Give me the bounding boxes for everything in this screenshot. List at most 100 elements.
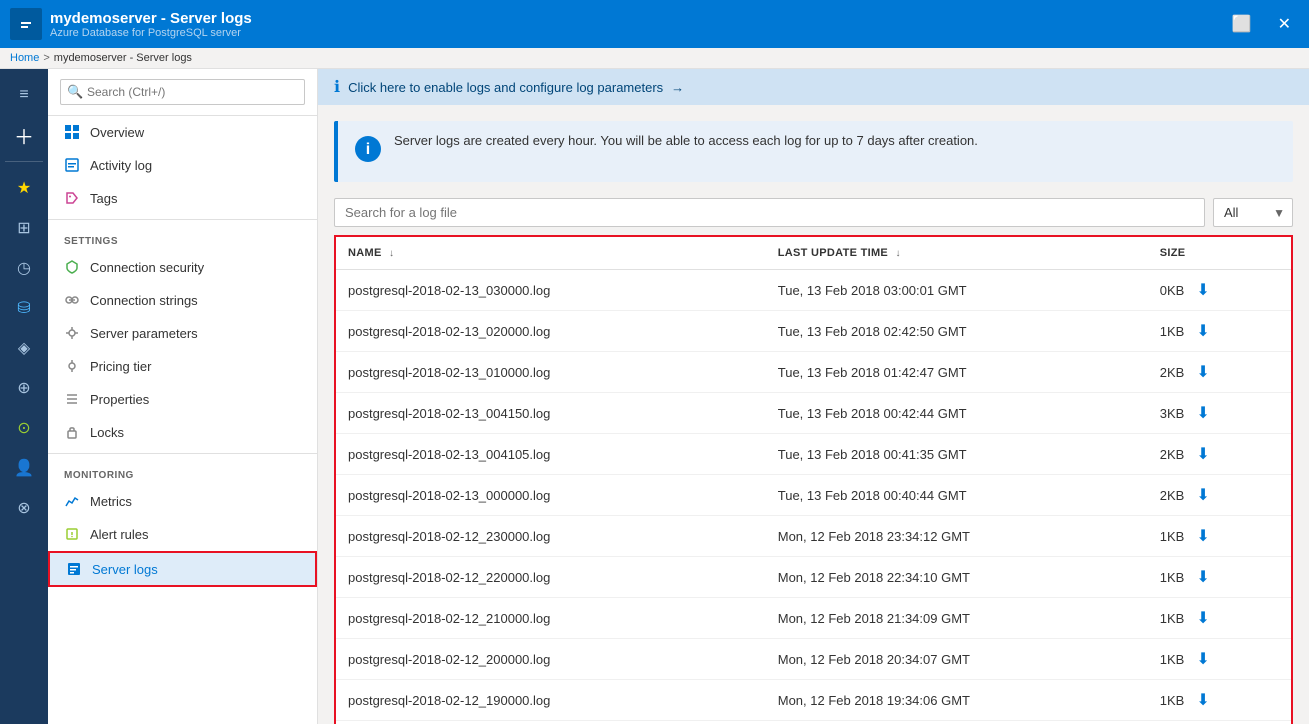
- sidebar-item-properties-label: Properties: [90, 392, 149, 407]
- sidebar-item-alert-rules-label: Alert rules: [90, 527, 149, 542]
- log-size: 2KB⬇: [1148, 475, 1291, 515]
- sidebar-item-locks[interactable]: Locks: [48, 416, 317, 449]
- download-button[interactable]: ⬇: [1192, 442, 1213, 466]
- download-button[interactable]: ⬇: [1192, 647, 1213, 671]
- size-value: 0KB: [1160, 283, 1185, 298]
- hamburger-nav-item[interactable]: ≡: [4, 77, 44, 113]
- search-input[interactable]: [60, 79, 305, 105]
- log-file-name: postgresql-2018-02-13_020000.log: [336, 311, 766, 352]
- log-search-input[interactable]: [334, 198, 1205, 227]
- download-button[interactable]: ⬇: [1192, 278, 1213, 302]
- log-file-name: postgresql-2018-02-12_230000.log: [336, 516, 766, 557]
- log-update-time: Tue, 13 Feb 2018 01:42:47 GMT: [766, 352, 1148, 393]
- size-value: 2KB: [1160, 365, 1185, 380]
- sidebar-divider-2: [48, 453, 317, 454]
- maximize-button[interactable]: ⬜: [1224, 10, 1260, 38]
- recent-nav-item[interactable]: ◷: [4, 250, 44, 286]
- more-nav-item[interactable]: ⊗: [4, 490, 44, 526]
- sidebar-item-server-parameters[interactable]: Server parameters: [48, 317, 317, 350]
- log-file-name: postgresql-2018-02-13_004105.log: [336, 434, 766, 475]
- favorites-nav-item[interactable]: ★: [4, 170, 44, 206]
- log-size: 3KB ⬇: [1148, 393, 1291, 433]
- info-banner[interactable]: ℹ Click here to enable logs and configur…: [318, 69, 1309, 105]
- log-update-time: Tue, 13 Feb 2018 02:42:50 GMT: [766, 311, 1148, 352]
- download-button[interactable]: ⬇: [1192, 524, 1213, 548]
- log-size: 1KB⬇: [1148, 680, 1291, 720]
- alert-rules-icon: [64, 526, 80, 542]
- table-row: postgresql-2018-02-13_010000.logTue, 13 …: [336, 352, 1291, 393]
- col-header-update[interactable]: LAST UPDATE TIME ↓: [766, 237, 1148, 270]
- table-row: postgresql-2018-02-12_190000.logMon, 12 …: [336, 680, 1291, 721]
- update-sort-icon: ↓: [895, 248, 900, 259]
- size-value: 1KB: [1160, 324, 1185, 339]
- col-header-name[interactable]: NAME ↓: [336, 237, 766, 270]
- download-button[interactable]: ⬇: [1192, 688, 1213, 712]
- download-button[interactable]: ⬇: [1192, 606, 1213, 630]
- log-file-name: postgresql-2018-02-12_200000.log: [336, 639, 766, 680]
- connection-security-icon: [64, 259, 80, 275]
- close-button[interactable]: ✕: [1270, 10, 1299, 38]
- window-subtitle: Azure Database for PostgreSQL server: [50, 27, 252, 39]
- add-nav-item[interactable]: ＋: [4, 117, 44, 153]
- info-card-icon: i: [354, 135, 382, 170]
- dashboard-nav-item[interactable]: ⊞: [4, 210, 44, 246]
- table-row: postgresql-2018-02-12_180000.logMon, 12 …: [336, 721, 1291, 724]
- log-size: 1KB ⬇: [1148, 311, 1291, 351]
- log-update-time: Mon, 12 Feb 2018 20:34:07 GMT: [766, 639, 1148, 680]
- table-row: postgresql-2018-02-13_004150.logTue, 13 …: [336, 393, 1291, 434]
- sidebar-item-pricing-label: Pricing tier: [90, 359, 151, 374]
- toolbar-row: All ▼: [334, 198, 1293, 227]
- log-update-time: Tue, 13 Feb 2018 00:40:44 GMT: [766, 475, 1148, 516]
- user-nav-item[interactable]: 👤: [4, 450, 44, 486]
- tags-icon: [64, 190, 80, 206]
- table-row: postgresql-2018-02-13_000000.logTue, 13 …: [336, 475, 1291, 516]
- size-value: 3KB: [1160, 406, 1185, 421]
- breadcrumb-home[interactable]: Home: [10, 52, 39, 64]
- download-button[interactable]: ⬇: [1192, 401, 1213, 425]
- db-nav-item[interactable]: ⛁: [4, 290, 44, 326]
- sidebar-item-activity-label: Activity log: [90, 158, 152, 173]
- sidebar-item-connection-strings[interactable]: Connection strings: [48, 284, 317, 317]
- sidebar-item-connection-security[interactable]: Connection security: [48, 251, 317, 284]
- table-row: postgresql-2018-02-12_220000.logMon, 12 …: [336, 557, 1291, 598]
- sidebar-item-pricing-tier[interactable]: Pricing tier: [48, 350, 317, 383]
- log-update-time: Tue, 13 Feb 2018 00:41:35 GMT: [766, 434, 1148, 475]
- sidebar-item-properties[interactable]: Properties: [48, 383, 317, 416]
- log-file-name: postgresql-2018-02-12_210000.log: [336, 598, 766, 639]
- log-file-name: postgresql-2018-02-13_000000.log: [336, 475, 766, 516]
- properties-icon: [64, 391, 80, 407]
- pricing-tier-icon: [64, 358, 80, 374]
- search-icon: 🔍: [67, 84, 83, 100]
- sidebar-item-metrics[interactable]: Metrics: [48, 485, 317, 518]
- sidebar-item-activity-log[interactable]: Activity log: [48, 149, 317, 182]
- monitor-nav-item[interactable]: ⊙: [4, 410, 44, 446]
- sidebar-item-overview[interactable]: Overview: [48, 116, 317, 149]
- download-button[interactable]: ⬇: [1192, 319, 1213, 343]
- sidebar-item-tags[interactable]: Tags: [48, 182, 317, 215]
- filter-dropdown[interactable]: All: [1213, 198, 1293, 227]
- col-header-size: SIZE: [1148, 237, 1291, 270]
- top-bar-actions: ⬜ ✕: [1224, 10, 1299, 38]
- download-button[interactable]: ⬇: [1192, 360, 1213, 384]
- sidebar-item-server-logs[interactable]: Server logs: [48, 551, 317, 587]
- name-sort-icon: ↓: [389, 248, 394, 259]
- locks-icon: [64, 424, 80, 440]
- content-body: i Server logs are created every hour. Yo…: [318, 105, 1309, 724]
- sidebar-item-alert-rules[interactable]: Alert rules: [48, 518, 317, 551]
- table-row: postgresql-2018-02-12_200000.logMon, 12 …: [336, 639, 1291, 680]
- info-banner-text: Click here to enable logs and configure …: [348, 80, 663, 95]
- monitoring-section-label: MONITORING: [48, 458, 317, 485]
- download-button[interactable]: ⬇: [1192, 565, 1213, 589]
- content-area: ℹ Click here to enable logs and configur…: [318, 69, 1309, 724]
- breadcrumb-page: mydemoserver - Server logs: [54, 52, 192, 64]
- log-size: 1KB⬇: [1148, 598, 1291, 638]
- log-update-time: Mon, 12 Feb 2018 22:34:10 GMT: [766, 557, 1148, 598]
- metrics-icon: [64, 493, 80, 509]
- resource-nav-item[interactable]: ◈: [4, 330, 44, 366]
- log-update-time: Mon, 12 Feb 2018 21:34:09 GMT: [766, 598, 1148, 639]
- marketplace-nav-item[interactable]: ⊕: [4, 370, 44, 406]
- sidebar-item-metrics-label: Metrics: [90, 494, 132, 509]
- log-file-name: postgresql-2018-02-13_010000.log: [336, 352, 766, 393]
- log-file-name: postgresql-2018-02-13_004150.log: [336, 393, 766, 434]
- download-button[interactable]: ⬇: [1192, 483, 1213, 507]
